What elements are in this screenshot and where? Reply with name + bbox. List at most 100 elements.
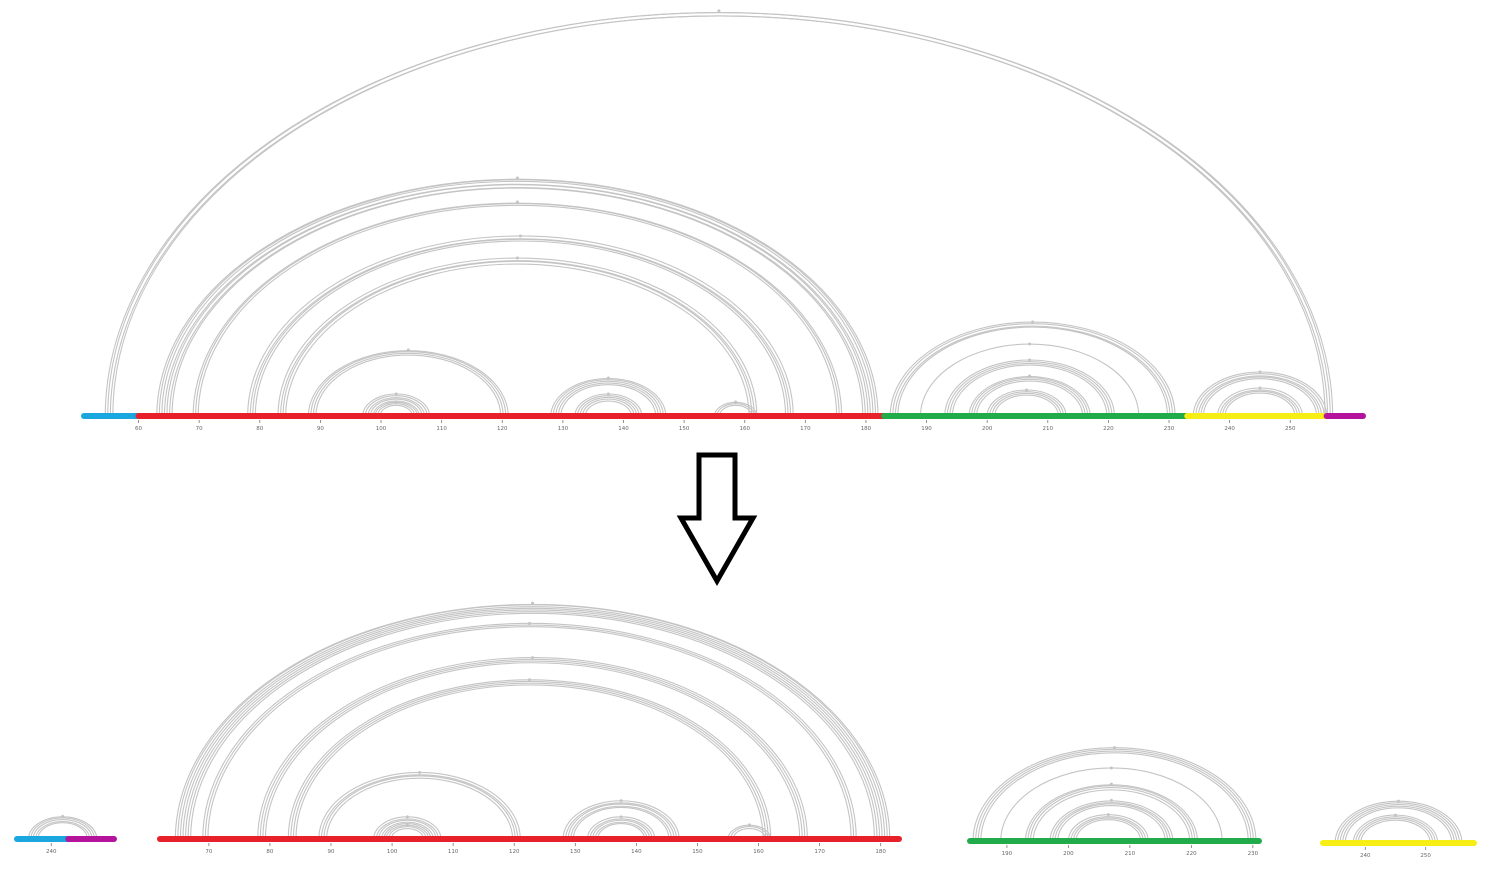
bottom2-arc-0-5 — [187, 611, 878, 840]
top-arc-17-0 — [1216, 387, 1303, 417]
bottom2-tick-label-160: 160 — [753, 849, 764, 855]
top-arc-1-3 — [163, 183, 871, 417]
bottom2-arc-apex-1 — [528, 621, 531, 625]
top-arc-4-1 — [279, 260, 755, 417]
top-arc-apex-10 — [734, 400, 738, 404]
top-sequence-track: 60 70 80 90 100 110 120 130 140 150 160 170 180 190 20… — [81, 413, 1366, 432]
bottom4-tick-label-250: 250 — [1420, 853, 1431, 859]
top-tick-label-100: 100 — [376, 426, 387, 432]
top-tick-label-200: 200 — [982, 426, 993, 432]
bottom3-tick-label-220: 220 — [1186, 851, 1197, 857]
bottom2-arc-0-0 — [174, 603, 891, 840]
top-arc-13-1 — [946, 361, 1113, 417]
bottom2-arc-0-1 — [177, 604, 888, 840]
bottom2-arc-0-3 — [182, 607, 883, 840]
top-arc-apex-14 — [1028, 374, 1032, 378]
top-tick-label-170: 170 — [800, 426, 811, 432]
bottom-panel-2-arcs — [174, 601, 891, 840]
top-tick-label-60: 60 — [135, 426, 142, 432]
bottom3-tick-label-200: 200 — [1063, 851, 1074, 857]
top-arc-panel: 60 70 80 90 100 110 120 130 140 150 160 170 180 190 20… — [81, 9, 1366, 432]
top-arc-apex-9 — [606, 392, 610, 396]
bottom-arc-panels: 240 70 80 90 100 110 120 130 140 150 160 170 180 190 2… — [14, 601, 1477, 859]
bottom2-arc-0-2 — [179, 606, 886, 840]
bottom2-tick-label-130: 130 — [570, 849, 581, 855]
top-arc-11-1 — [892, 323, 1174, 417]
top-arc-apex-13 — [1028, 358, 1032, 362]
bottom2-arc-apex-0 — [531, 601, 535, 605]
top-arc-apex-12 — [1028, 342, 1032, 346]
bottom4-arc-0-2 — [1339, 803, 1458, 844]
top-tick-label-250: 250 — [1285, 426, 1296, 432]
bottom-panel-1: 240 — [14, 814, 117, 855]
bottom3-arc-apex-4 — [1106, 813, 1110, 817]
top-tick-label-70: 70 — [196, 426, 203, 432]
top-tick-label-240: 240 — [1224, 426, 1235, 432]
bottom2-arc-apex-7 — [619, 799, 623, 803]
top-arc-11-3 — [897, 326, 1168, 417]
top-tick-label-150: 150 — [679, 426, 690, 432]
bottom2-arc-apex-2 — [531, 656, 535, 660]
top-tick-label-120: 120 — [497, 426, 508, 432]
bottom2-arc-apex-6 — [405, 823, 409, 827]
top-tick-label-210: 210 — [1043, 426, 1054, 432]
top-arc-apex-0 — [717, 9, 721, 13]
bottom2-arc-3-3 — [295, 684, 764, 840]
bottom2-tick-label-70: 70 — [205, 849, 212, 855]
bottom3-arc-apex-2 — [1109, 782, 1113, 786]
top-arc-apex-1 — [515, 176, 519, 180]
bottom4-arc-apex-1 — [1393, 813, 1397, 817]
top-arc-11-0 — [889, 321, 1176, 417]
bottom2-tick-label-170: 170 — [814, 849, 825, 855]
top-arc-apex-11 — [1031, 320, 1035, 324]
bottom2-arc-3-2 — [292, 682, 767, 840]
bottom-panel-1-arcs — [27, 814, 98, 840]
top-tick-label-130: 130 — [558, 426, 569, 432]
bottom4-arc-1-2 — [1357, 817, 1434, 844]
bottom4-arc-apex-0 — [1397, 799, 1400, 803]
bottom4-arc-0-1 — [1337, 802, 1460, 844]
bottom2-arc-apex-4 — [418, 770, 422, 774]
bottom2-tick-label-80: 80 — [266, 849, 273, 855]
top-tick-label-180: 180 — [861, 426, 872, 432]
top-arc-apex-6 — [394, 392, 398, 396]
top-arc-15-2 — [991, 392, 1062, 417]
top-tick-label-230: 230 — [1164, 426, 1175, 432]
top-arc-17-3 — [1224, 392, 1296, 417]
bottom-panel-3: 190 200 210 220 230 — [967, 746, 1262, 857]
bottom3-arc-apex-0 — [1113, 746, 1116, 750]
down-arrow-icon — [676, 452, 758, 587]
top-tick-label-190: 190 — [921, 426, 932, 432]
top-arc-apex-15 — [1025, 388, 1029, 392]
top-arc-apex-7 — [394, 400, 398, 404]
bottom3-arc-0-0 — [972, 747, 1257, 842]
rna-arc-diagram: 60 70 80 90 100 110 120 130 140 150 160 170 180 190 20… — [14, 9, 1477, 859]
top-arc-0-0 — [104, 12, 1334, 417]
top-arc-apex-16 — [1258, 370, 1262, 374]
bottom4-tick-label-240: 240 — [1360, 853, 1371, 859]
top-arc-4-3 — [285, 263, 750, 417]
top-tick-label-90: 90 — [317, 426, 324, 432]
bottom1-tick-label-240: 240 — [46, 849, 57, 855]
bottom3-arc-apex-1 — [1109, 766, 1113, 770]
bottom2-arc-apex-3 — [528, 678, 531, 682]
top-arc-3-0 — [247, 235, 794, 417]
top-arc-4-2 — [282, 260, 753, 417]
bottom2-tick-label-140: 140 — [631, 849, 642, 855]
bottom3-arc-3-0 — [1049, 800, 1174, 842]
bottom4-arc-1-3 — [1360, 819, 1431, 844]
bottom3-arc-3-3 — [1057, 804, 1166, 842]
top-tick-label-80: 80 — [256, 426, 263, 432]
top-arc-1-4 — [166, 184, 869, 417]
bottom2-arc-apex-9 — [747, 823, 751, 827]
top-arc-1-2 — [161, 180, 874, 417]
bottom3-tick-label-190: 190 — [1002, 851, 1013, 857]
bottom2-arc-apex-5 — [405, 815, 409, 819]
top-arc-1-6 — [171, 187, 864, 417]
top-tick-label-110: 110 — [436, 426, 447, 432]
bottom3-arc-0-2 — [977, 750, 1252, 842]
bottom2-tick-label-180: 180 — [875, 849, 886, 855]
bottom2-tick-label-110: 110 — [448, 849, 459, 855]
top-arc-11-2 — [894, 325, 1171, 417]
top-arc-apex-8 — [606, 376, 610, 380]
